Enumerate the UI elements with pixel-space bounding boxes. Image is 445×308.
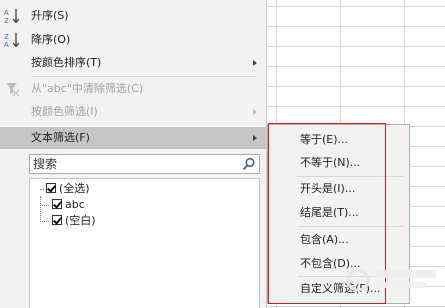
not-equals-label: 不等于(N)... [300,156,361,169]
submenu-arrow-icon [253,109,257,115]
list-item-label: abc [65,198,85,211]
equals-label: 等于(E)... [300,133,349,146]
sort-by-color-item[interactable]: 按颜色排序(T) [0,52,266,74]
checkbox-checked-icon[interactable] [52,199,62,209]
autofilter-menu: A Z 升序(S) Z A 降序(O) 按颜色排序(T) 从"abc"中清除筛选… [0,0,267,308]
ends-with-label: 结尾是(T)... [300,206,359,219]
text-filter-item[interactable]: 文本筛选(F) [0,127,266,149]
submenu-arrow-icon [253,60,257,66]
sort-ascending-icon: A Z [4,8,22,25]
checkbox-checked-icon[interactable] [46,183,56,193]
search-icon[interactable] [242,157,256,171]
list-item-blank[interactable]: (空白) [40,213,96,229]
svg-text:Z: Z [4,33,9,41]
sort-by-color-label: 按颜色排序(T) [31,56,102,69]
contains-item[interactable]: 包含(A)... [268,229,409,251]
custom-filter-item[interactable]: 自定义筛选(F)... [268,278,409,300]
begins-with-label: 开头是(I)... [300,182,356,195]
not-contains-item[interactable]: 不包含(D)... [268,253,409,275]
menu-separator [31,76,257,77]
select-all-label: (全选) [59,182,90,195]
svg-text:Z: Z [4,17,9,24]
list-item-abc[interactable]: abc [40,197,85,213]
custom-filter-label: 自定义筛选(F)... [300,282,381,295]
search-placeholder: 搜索 [33,157,58,171]
not-equals-item[interactable]: 不等于(N)... [268,152,409,174]
equals-item[interactable]: 等于(E)... [268,129,409,151]
value-list: (全选) abc (空白) [29,178,260,308]
ends-with-item[interactable]: 结尾是(T)... [268,202,409,224]
text-filter-submenu: 等于(E)... 不等于(N)... 开头是(I)... 结尾是(T)... 包… [267,124,410,304]
select-all-item[interactable]: (全选) [40,181,90,197]
filter-by-color-item[interactable]: 按颜色筛选(I) [0,101,266,123]
menu-separator [298,226,403,227]
contains-label: 包含(A)... [300,233,349,246]
sort-descending-item[interactable]: Z A 降序(O) [0,29,266,51]
clear-filter-item[interactable]: 从"abc"中清除筛选(C) [0,78,266,100]
begins-with-item[interactable]: 开头是(I)... [268,178,409,200]
clear-filter-label: 从"abc"中清除筛选(C) [31,82,144,95]
sort-descending-icon: Z A [4,32,22,49]
checkbox-checked-icon[interactable] [52,215,62,225]
clear-filter-icon [4,81,22,97]
sort-ascending-label: 升序(S) [31,9,69,22]
tree-connector [40,196,41,222]
sort-descending-label: 降序(O) [31,33,71,46]
not-contains-label: 不包含(D)... [300,257,361,270]
menu-separator [298,276,403,277]
submenu-arrow-icon [253,135,257,141]
sort-ascending-item[interactable]: A Z 升序(S) [0,5,266,27]
search-box[interactable]: 搜索 [29,154,260,174]
svg-text:A: A [4,9,9,17]
filter-by-color-label: 按颜色筛选(I) [31,105,98,118]
svg-text:A: A [4,41,9,48]
text-filter-label: 文本筛选(F) [31,131,90,144]
list-item-label: (空白) [65,214,96,227]
menu-separator [298,176,403,177]
